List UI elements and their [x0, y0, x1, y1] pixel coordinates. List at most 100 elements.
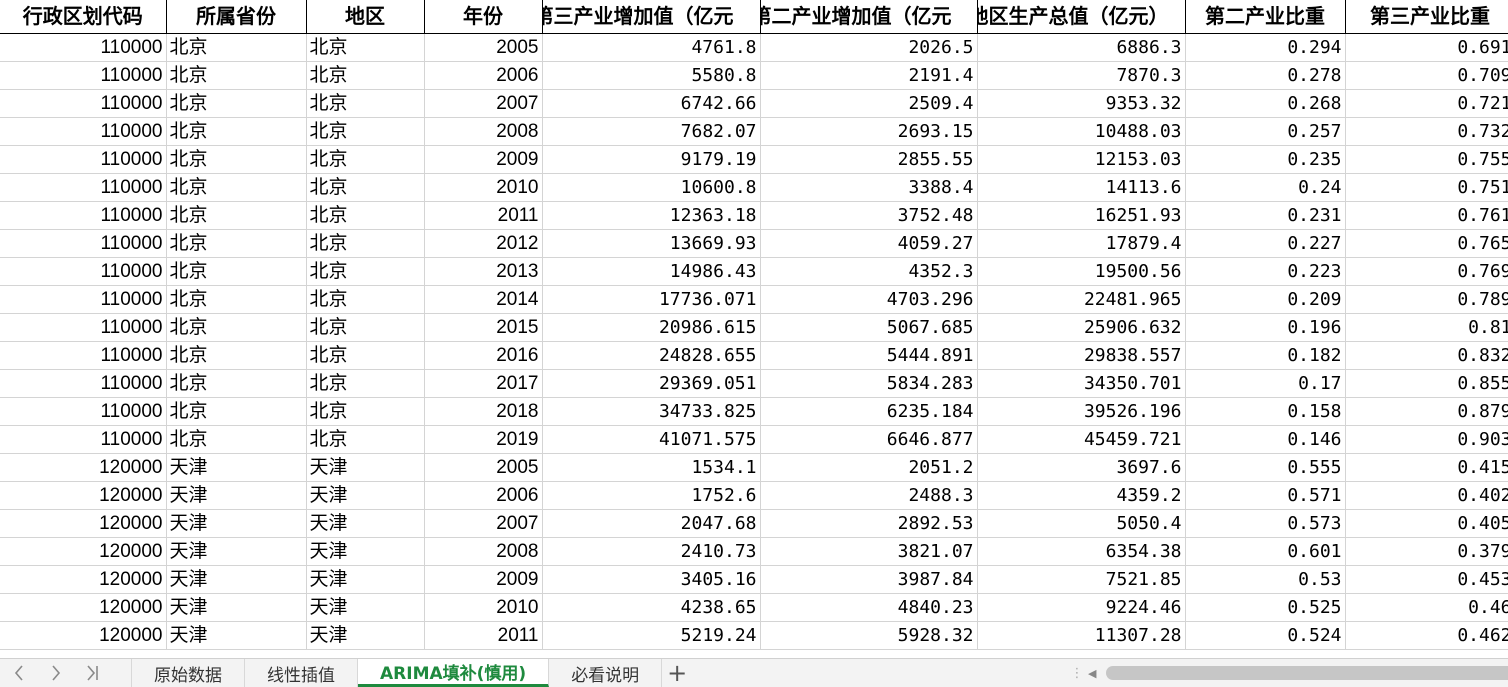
cell-region[interactable]: 北京 — [306, 285, 425, 314]
cell-secondary-value[interactable]: 5444.891 — [760, 341, 978, 370]
cell-region[interactable]: 北京 — [306, 397, 425, 426]
sheet-tab-arima[interactable]: ARIMA填补(慎用) — [358, 659, 550, 687]
cell-year[interactable]: 2018 — [424, 397, 543, 426]
cell-province[interactable]: 天津 — [166, 509, 307, 538]
cell-tertiary-value[interactable]: 4761.8 — [542, 33, 761, 62]
cell-code[interactable]: 120000 — [0, 481, 167, 510]
cell-tertiary-value[interactable]: 20986.615 — [542, 313, 761, 342]
cell-tertiary-value[interactable]: 34733.825 — [542, 397, 761, 426]
cell-secondary-value[interactable]: 2509.4 — [760, 89, 978, 118]
cell-secondary-ratio[interactable]: 0.268 — [1185, 89, 1346, 118]
cell-gdp[interactable]: 6886.3 — [977, 33, 1186, 62]
cell-secondary-value[interactable]: 3821.07 — [760, 537, 978, 566]
cell-tertiary-ratio[interactable]: 0.751 — [1345, 173, 1508, 202]
cell-region[interactable]: 北京 — [306, 173, 425, 202]
cell-gdp[interactable]: 14113.6 — [977, 173, 1186, 202]
cell-tertiary-ratio[interactable]: 0.755 — [1345, 145, 1508, 174]
cell-year[interactable]: 2011 — [424, 621, 543, 650]
cell-region[interactable]: 天津 — [306, 481, 425, 510]
cell-gdp[interactable]: 19500.56 — [977, 257, 1186, 286]
cell-gdp[interactable]: 34350.701 — [977, 369, 1186, 398]
cell-secondary-ratio[interactable]: 0.601 — [1185, 537, 1346, 566]
cell-year[interactable]: 2005 — [424, 33, 543, 62]
cell-tertiary-ratio[interactable]: 0.81 — [1345, 313, 1508, 342]
cell-province[interactable]: 北京 — [166, 425, 307, 454]
cell-secondary-value[interactable]: 6235.184 — [760, 397, 978, 426]
cell-tertiary-value[interactable]: 13669.93 — [542, 229, 761, 258]
cell-code[interactable]: 120000 — [0, 593, 167, 622]
cell-region[interactable]: 北京 — [306, 61, 425, 90]
col-header-tertiary-value[interactable]: 第三产业增加值（亿元 — [542, 0, 761, 34]
cell-secondary-value[interactable]: 4059.27 — [760, 229, 978, 258]
cell-tertiary-ratio[interactable]: 0.691 — [1345, 33, 1508, 62]
cell-code[interactable]: 110000 — [0, 257, 167, 286]
cell-tertiary-value[interactable]: 1534.1 — [542, 453, 761, 482]
cell-region[interactable]: 北京 — [306, 229, 425, 258]
add-sheet-button[interactable]: + — [662, 659, 692, 687]
sheet-tab-readme[interactable]: 必看说明 — [549, 659, 663, 687]
cell-secondary-ratio[interactable]: 0.209 — [1185, 285, 1346, 314]
cell-secondary-value[interactable]: 4703.296 — [760, 285, 978, 314]
last-sheet-button[interactable] — [74, 659, 111, 687]
cell-tertiary-ratio[interactable]: 0.769 — [1345, 257, 1508, 286]
cell-gdp[interactable]: 4359.2 — [977, 481, 1186, 510]
cell-region[interactable]: 天津 — [306, 453, 425, 482]
cell-year[interactable]: 2007 — [424, 89, 543, 118]
cell-code[interactable]: 110000 — [0, 33, 167, 62]
cell-tertiary-ratio[interactable]: 0.415 — [1345, 453, 1508, 482]
cell-gdp[interactable]: 45459.721 — [977, 425, 1186, 454]
cell-region[interactable]: 北京 — [306, 369, 425, 398]
cell-region[interactable]: 天津 — [306, 537, 425, 566]
cell-province[interactable]: 北京 — [166, 341, 307, 370]
cell-year[interactable]: 2008 — [424, 537, 543, 566]
cell-region[interactable]: 北京 — [306, 33, 425, 62]
cell-year[interactable]: 2015 — [424, 313, 543, 342]
cell-secondary-ratio[interactable]: 0.146 — [1185, 425, 1346, 454]
cell-tertiary-value[interactable]: 5219.24 — [542, 621, 761, 650]
next-sheet-button[interactable] — [37, 659, 74, 687]
cell-region[interactable]: 北京 — [306, 117, 425, 146]
cell-province[interactable]: 北京 — [166, 369, 307, 398]
cell-province[interactable]: 天津 — [166, 537, 307, 566]
cell-secondary-value[interactable]: 6646.877 — [760, 425, 978, 454]
cell-province[interactable]: 天津 — [166, 565, 307, 594]
cell-year[interactable]: 2014 — [424, 285, 543, 314]
cell-gdp[interactable]: 39526.196 — [977, 397, 1186, 426]
cell-year[interactable]: 2011 — [424, 201, 543, 230]
cell-code[interactable]: 110000 — [0, 89, 167, 118]
cell-gdp[interactable]: 16251.93 — [977, 201, 1186, 230]
cell-secondary-value[interactable]: 2026.5 — [760, 33, 978, 62]
cell-region[interactable]: 北京 — [306, 89, 425, 118]
cell-province[interactable]: 北京 — [166, 313, 307, 342]
cell-tertiary-value[interactable]: 3405.16 — [542, 565, 761, 594]
cell-secondary-ratio[interactable]: 0.53 — [1185, 565, 1346, 594]
col-header-region[interactable]: 地区 — [306, 0, 425, 34]
cell-secondary-value[interactable]: 5928.32 — [760, 621, 978, 650]
cell-year[interactable]: 2012 — [424, 229, 543, 258]
cell-tertiary-ratio[interactable]: 0.462 — [1345, 621, 1508, 650]
cell-secondary-value[interactable]: 5067.685 — [760, 313, 978, 342]
cell-tertiary-ratio[interactable]: 0.453 — [1345, 565, 1508, 594]
cell-secondary-ratio[interactable]: 0.524 — [1185, 621, 1346, 650]
cell-tertiary-ratio[interactable]: 0.379 — [1345, 537, 1508, 566]
cell-year[interactable]: 2006 — [424, 481, 543, 510]
cell-gdp[interactable]: 10488.03 — [977, 117, 1186, 146]
cell-code[interactable]: 110000 — [0, 173, 167, 202]
cell-code[interactable]: 110000 — [0, 397, 167, 426]
cell-gdp[interactable]: 29838.557 — [977, 341, 1186, 370]
cell-secondary-ratio[interactable]: 0.182 — [1185, 341, 1346, 370]
cell-tertiary-value[interactable]: 7682.07 — [542, 117, 761, 146]
cell-province[interactable]: 北京 — [166, 117, 307, 146]
scrollbar-thumb[interactable] — [1106, 666, 1508, 680]
cell-region[interactable]: 天津 — [306, 593, 425, 622]
cell-secondary-ratio[interactable]: 0.257 — [1185, 117, 1346, 146]
cell-gdp[interactable]: 22481.965 — [977, 285, 1186, 314]
cell-tertiary-ratio[interactable]: 0.832 — [1345, 341, 1508, 370]
cell-secondary-ratio[interactable]: 0.555 — [1185, 453, 1346, 482]
cell-region[interactable]: 北京 — [306, 201, 425, 230]
cell-tertiary-value[interactable]: 5580.8 — [542, 61, 761, 90]
cell-region[interactable]: 北京 — [306, 145, 425, 174]
cell-year[interactable]: 2010 — [424, 593, 543, 622]
cell-year[interactable]: 2005 — [424, 453, 543, 482]
cell-province[interactable]: 北京 — [166, 89, 307, 118]
